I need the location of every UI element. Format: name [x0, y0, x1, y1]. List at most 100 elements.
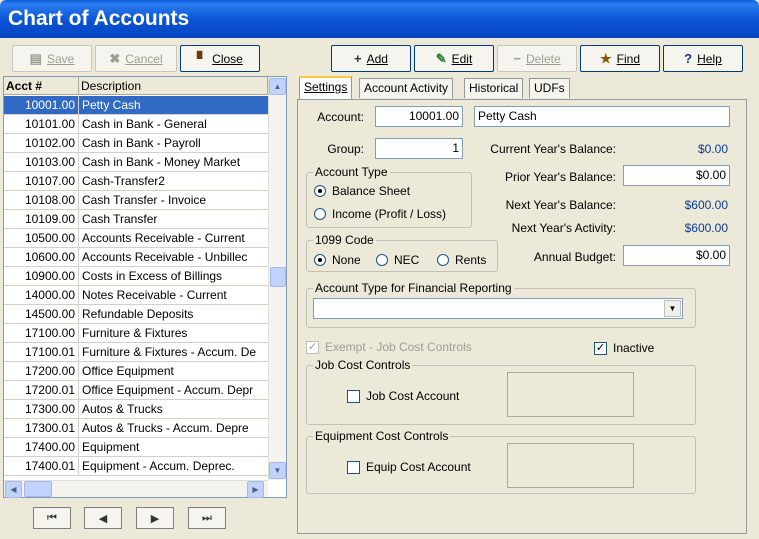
table-row[interactable]: 17100.00 Furniture & Fixtures: [4, 324, 268, 343]
scroll-left-icon[interactable]: ◀: [5, 481, 22, 498]
inactive-checkbox[interactable]: ✓ Inactive: [594, 341, 654, 355]
account-name-field[interactable]: Petty Cash: [474, 106, 730, 127]
current-year-balance-value: $0.00: [697, 142, 728, 156]
table-row[interactable]: 17200.00 Office Equipment: [4, 362, 268, 381]
table-row[interactable]: 10600.00 Accounts Receivable - Unbillec: [4, 248, 268, 267]
table-row[interactable]: 17400.00 Equipment: [4, 438, 268, 457]
table-row[interactable]: 10107.00 Cash-Transfer2: [4, 172, 268, 191]
dropdown-arrow-icon[interactable]: ▼: [664, 300, 681, 317]
radio-1099-nec[interactable]: NEC: [376, 253, 419, 267]
description-cell: Costs in Excess of Billings: [82, 269, 223, 283]
find-button[interactable]: ★ Find: [580, 45, 660, 72]
description-cell: Cash in Bank - Payroll: [82, 136, 201, 150]
radio-income[interactable]: Income (Profit / Loss): [314, 207, 446, 221]
close-button[interactable]: ▘ Close: [180, 45, 260, 72]
acct-number-cell: 14500.00: [4, 305, 79, 323]
financial-reporting-select[interactable]: ▼: [313, 298, 683, 319]
save-button[interactable]: ▤ Save: [12, 45, 92, 72]
vertical-scroll-thumb[interactable]: [270, 267, 286, 287]
next-record-button[interactable]: ▶: [136, 507, 174, 529]
table-row[interactable]: 17300.00 Autos & Trucks: [4, 400, 268, 419]
acct-number-cell: 17100.01: [4, 343, 79, 361]
radio-balance-sheet[interactable]: Balance Sheet: [314, 184, 410, 198]
description-cell: Refundable Deposits: [82, 307, 194, 321]
pencil-icon: ✎: [435, 51, 447, 66]
table-row[interactable]: 17400.01 Equipment - Accum. Deprec.: [4, 457, 268, 476]
next-year-activity-value: $600.00: [684, 221, 728, 235]
acct-number-cell: 17300.00: [4, 400, 79, 418]
scroll-right-icon[interactable]: ▶: [247, 481, 264, 498]
accounts-list[interactable]: Acct # Description 10001.00 Petty Cash 101…: [3, 76, 287, 498]
equip-cost-account-checkbox[interactable]: Equip Cost Account: [347, 460, 471, 474]
column-header-acct[interactable]: Acct #: [4, 77, 79, 94]
tab-historical[interactable]: Historical: [464, 78, 524, 98]
previous-record-button[interactable]: ◀: [84, 507, 122, 529]
table-row[interactable]: 17100.01 Furniture & Fixtures - Accum. De: [4, 343, 268, 362]
group-field[interactable]: 1: [375, 138, 463, 159]
door-exit-icon: ▘: [197, 51, 208, 66]
add-button[interactable]: + Add: [331, 45, 411, 72]
minus-icon: −: [513, 51, 521, 66]
first-record-button[interactable]: ⏮: [33, 507, 71, 529]
next-year-balance-value: $600.00: [684, 198, 728, 212]
cancel-button[interactable]: ✖ Cancel: [95, 45, 177, 72]
radio-1099-none[interactable]: None: [314, 253, 361, 267]
acct-number-cell: 17200.01: [4, 381, 79, 399]
floppy-disk-icon: ▤: [29, 51, 42, 66]
acct-number-cell: 10001.00: [4, 96, 79, 114]
table-row[interactable]: 10102.00 Cash in Bank - Payroll: [4, 134, 268, 153]
table-row[interactable]: 10103.00 Cash in Bank - Money Market: [4, 153, 268, 172]
description-cell: Cash in Bank - Money Market: [82, 155, 241, 169]
acct-number-cell: 10108.00: [4, 191, 79, 209]
column-header-description[interactable]: Description: [79, 77, 268, 94]
next-year-activity-label: Next Year's Activity:: [511, 221, 616, 235]
scroll-up-icon[interactable]: ▲: [269, 78, 286, 95]
scroll-down-icon[interactable]: ▼: [269, 462, 286, 479]
description-cell: Cash in Bank - General: [82, 117, 207, 131]
acct-number-cell: 10103.00: [4, 153, 79, 171]
code-1099-legend: 1099 Code: [313, 233, 376, 247]
acct-number-cell: 10101.00: [4, 115, 79, 133]
job-cost-account-checkbox[interactable]: Job Cost Account: [347, 389, 459, 403]
annual-budget-field[interactable]: $0.00: [623, 245, 730, 266]
last-record-icon: ⏭: [202, 511, 212, 524]
last-record-button[interactable]: ⏭: [188, 507, 226, 529]
acct-number-cell: 17300.01: [4, 419, 79, 437]
list-header: Acct # Description: [4, 77, 268, 95]
table-row[interactable]: 10900.00 Costs in Excess of Billings: [4, 267, 268, 286]
delete-button[interactable]: − Delete: [497, 45, 577, 72]
prior-year-balance-label: Prior Year's Balance:: [504, 170, 616, 184]
current-year-balance-label: Current Year's Balance:: [490, 142, 616, 156]
plus-icon: +: [354, 51, 362, 66]
exempt-job-cost-checkbox[interactable]: ✓ Exempt - Job Cost Controls: [306, 340, 472, 354]
help-button[interactable]: ? Help: [663, 45, 743, 72]
next-year-balance-label: Next Year's Balance:: [505, 198, 616, 212]
group-label: Group:: [327, 142, 364, 156]
acct-number-cell: 17400.00: [4, 438, 79, 456]
edit-button[interactable]: ✎ Edit: [414, 45, 494, 72]
description-cell: Notes Receivable - Current: [82, 288, 227, 302]
description-cell: Accounts Receivable - Current: [82, 231, 245, 245]
table-row[interactable]: 10108.00 Cash Transfer - Invoice: [4, 191, 268, 210]
tab-udfs[interactable]: UDFs: [529, 78, 570, 98]
tab-settings[interactable]: Settings: [299, 76, 353, 100]
table-row[interactable]: 17300.01 Autos & Trucks - Accum. Depre: [4, 419, 268, 438]
table-row[interactable]: 14000.00 Notes Receivable - Current: [4, 286, 268, 305]
table-row[interactable]: 10109.00 Cash Transfer: [4, 210, 268, 229]
window-title: Chart of Accounts: [0, 0, 759, 38]
account-number-field[interactable]: 10001.00: [375, 106, 463, 127]
table-row[interactable]: 10500.00 Accounts Receivable - Current: [4, 229, 268, 248]
horizontal-scroll-thumb[interactable]: [24, 481, 52, 497]
vertical-scrollbar[interactable]: ▲ ▼: [268, 77, 286, 480]
acct-number-cell: 17400.01: [4, 457, 79, 475]
table-row[interactable]: 14500.00 Refundable Deposits: [4, 305, 268, 324]
tab-account-activity[interactable]: Account Activity: [359, 78, 454, 98]
table-row[interactable]: 10101.00 Cash in Bank - General: [4, 115, 268, 134]
table-row[interactable]: 17200.01 Office Equipment - Accum. Depr: [4, 381, 268, 400]
prior-year-balance-field[interactable]: $0.00: [623, 165, 730, 186]
horizontal-scrollbar[interactable]: ◀ ▶: [4, 480, 268, 498]
table-row[interactable]: 10001.00 Petty Cash: [4, 96, 268, 115]
flashlight-icon: ★: [600, 51, 612, 66]
radio-1099-rents[interactable]: Rents: [437, 253, 486, 267]
description-cell: Equipment: [82, 440, 140, 454]
